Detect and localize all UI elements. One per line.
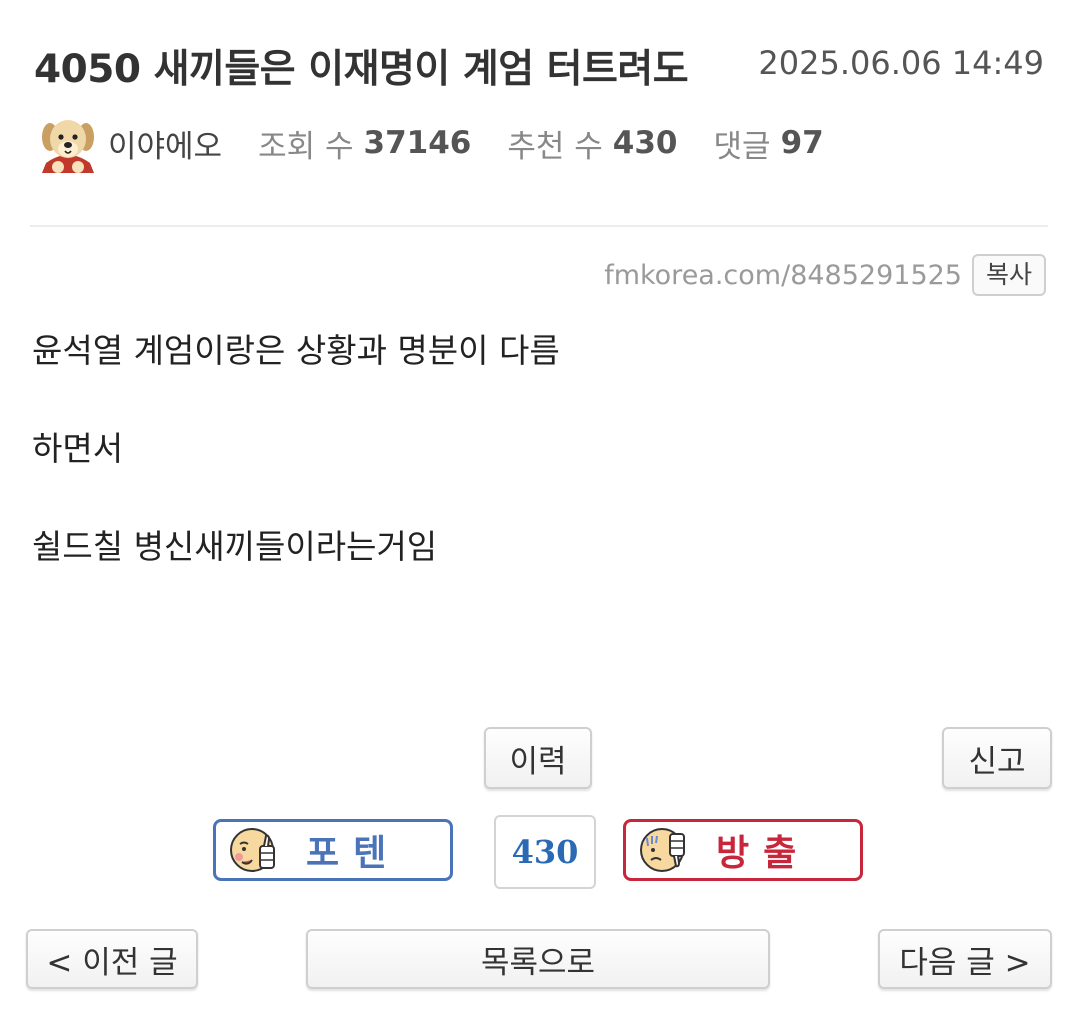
- downvote-button[interactable]: 방출: [623, 819, 863, 881]
- thumbs-down-face-icon: [640, 828, 685, 872]
- body-line: 하면서: [32, 429, 124, 468]
- post-url[interactable]: fmkorea.com/8485291525: [604, 260, 962, 291]
- post-body: 윤석열 계엄이랑은 상황과 명분이 다름 하면서 쉴드칠 병신새끼들이라는거임: [32, 333, 560, 627]
- comments-count[interactable]: 97: [781, 125, 824, 161]
- views-label: 조회 수: [258, 128, 354, 165]
- post-title: 4050 새끼들은 이재명이 계엄 터트려도: [34, 47, 689, 92]
- downvote-label: 방출: [716, 833, 811, 874]
- comments-label: 댓글: [713, 128, 771, 165]
- divider: [30, 225, 1048, 227]
- copy-button[interactable]: 복사: [971, 254, 1046, 296]
- recommend-label: 추천 수: [507, 128, 603, 165]
- vote-count: 430: [494, 815, 596, 889]
- list-button[interactable]: 목록으로: [306, 929, 770, 989]
- upvote-label: 포텐: [306, 833, 401, 874]
- puppy-avatar-icon[interactable]: [36, 111, 100, 175]
- thumbs-up-face-icon: [230, 828, 275, 872]
- post-date: 2025.06.06 14:49: [758, 44, 1044, 82]
- history-button[interactable]: 이력: [484, 727, 592, 789]
- post-meta: 이야에오 조회 수 37146 추천 수 430 댓글 97: [36, 108, 860, 178]
- author-name[interactable]: 이야에오: [108, 121, 222, 166]
- recommend-count: 430: [612, 125, 678, 161]
- body-line: 윤석열 계엄이랑은 상황과 명분이 다름: [32, 331, 560, 370]
- upvote-button[interactable]: 포텐: [213, 819, 453, 881]
- prev-post-button[interactable]: < 이전 글: [26, 929, 198, 989]
- body-line: 쉴드칠 병신새끼들이라는거임: [32, 527, 438, 566]
- url-row: fmkorea.com/8485291525 복사: [604, 254, 1046, 296]
- report-button[interactable]: 신고: [942, 727, 1052, 789]
- views-count: 37146: [363, 125, 472, 161]
- next-post-button[interactable]: 다음 글 >: [878, 929, 1052, 989]
